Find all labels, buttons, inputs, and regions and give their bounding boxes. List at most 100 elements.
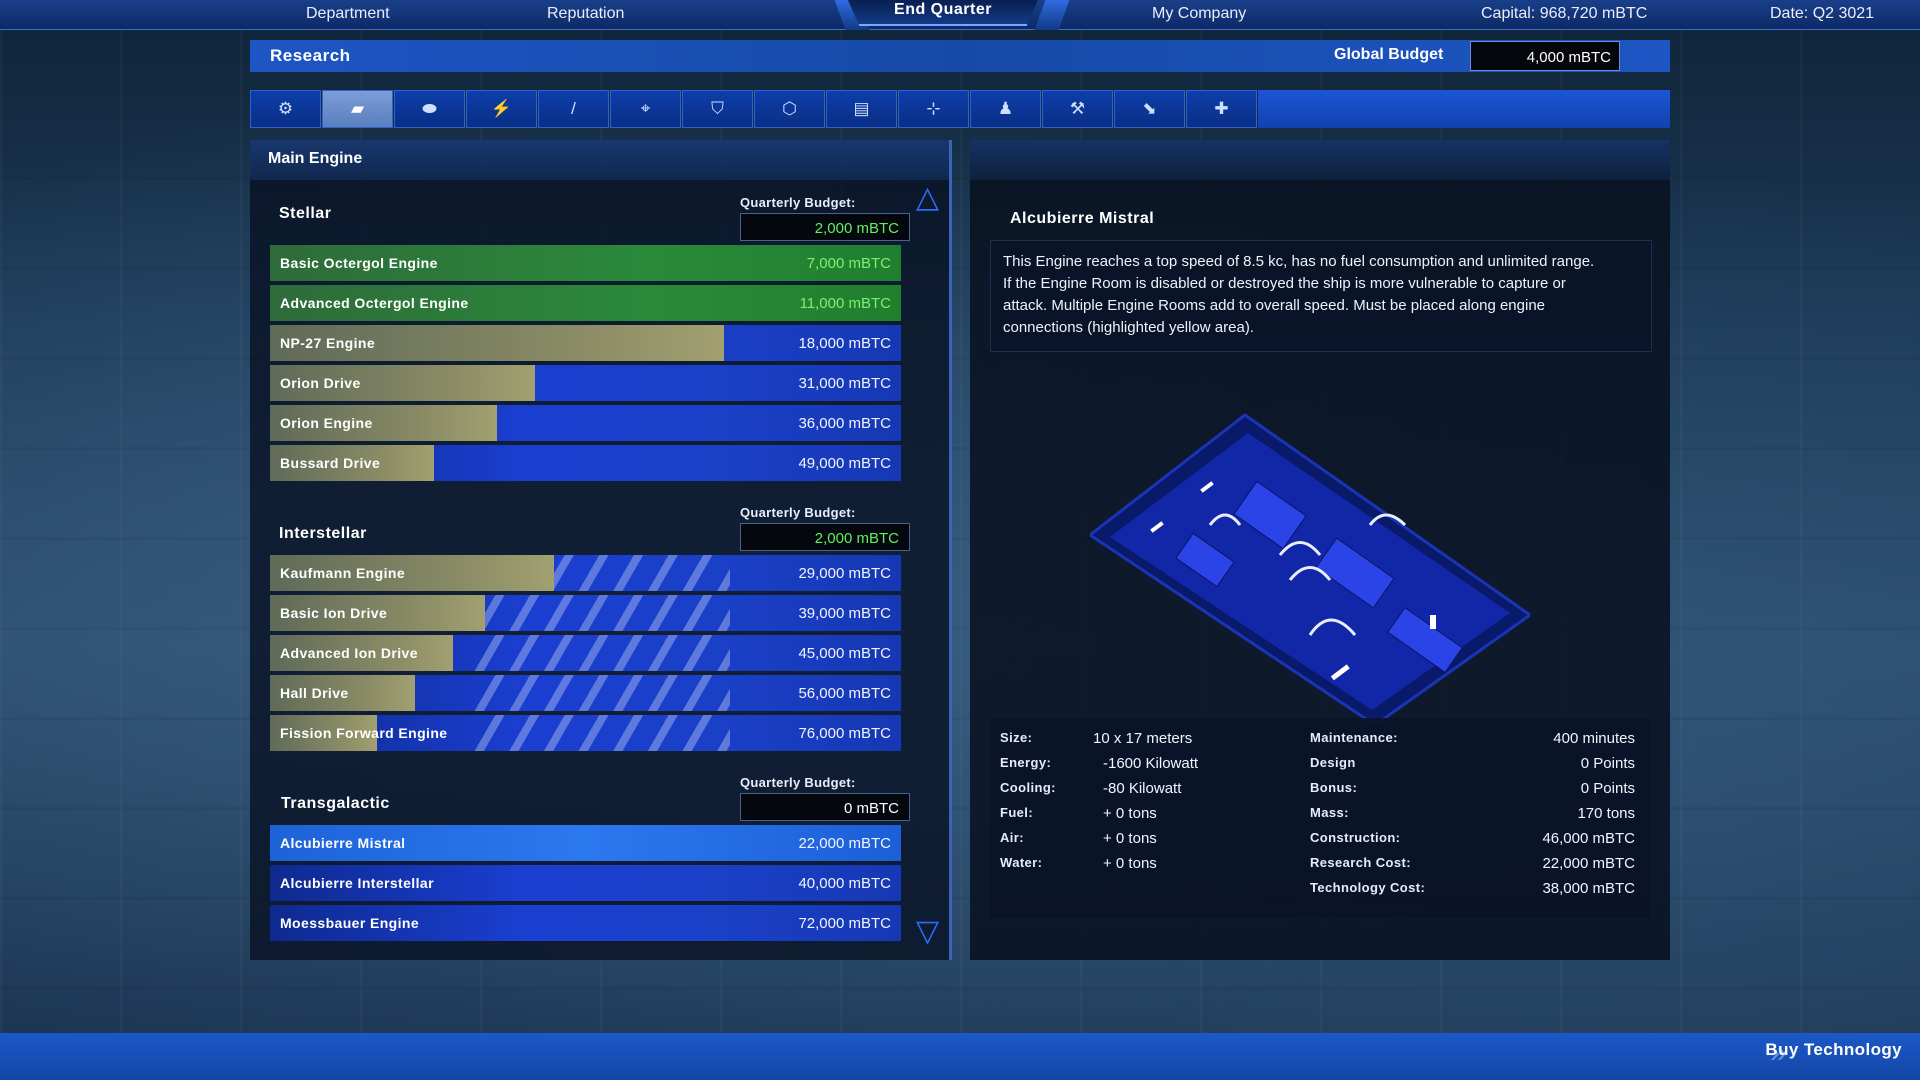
tech-item-cost: 49,000 mBTC (798, 455, 891, 472)
tab-cube[interactable]: ⬡ (754, 90, 825, 128)
stat-label: Maintenance: (1310, 730, 1398, 745)
tech-item-name: NP-27 Engine (280, 335, 376, 351)
stat-label: Bonus: (1310, 780, 1358, 795)
tech-item[interactable]: Moessbauer Engine 72,000 mBTC (270, 905, 901, 941)
tech-item-name: Fission Forward Engine (280, 725, 448, 741)
tech-item[interactable]: Orion Drive 31,000 mBTC (270, 365, 901, 401)
tech-item[interactable]: NP-27 Engine 18,000 mBTC (270, 325, 901, 361)
panel-title-bar: Main Engine (250, 140, 951, 180)
tab-tools[interactable]: ⚒ (1042, 90, 1113, 128)
stat-label: Design (1310, 755, 1356, 770)
stat-value: 10 x 17 meters (1093, 730, 1193, 747)
tech-item[interactable]: Basic Octergol Engine 7,000 mBTC (270, 245, 901, 281)
tech-item-name: Basic Ion Drive (280, 605, 388, 621)
group-title: Stellar (279, 205, 332, 222)
tech-item[interactable]: Advanced Ion Drive 45,000 mBTC (270, 635, 901, 671)
quarterly-budget-label: Quarterly Budget: (740, 505, 856, 520)
tab-thruster[interactable]: ⬬ (394, 90, 465, 128)
tech-item[interactable]: Orion Engine 36,000 mBTC (270, 405, 901, 441)
tech-item[interactable]: Hall Drive 56,000 mBTC (270, 675, 901, 711)
tab-shield[interactable]: ⛉ (682, 90, 753, 128)
cube-icon: ⬡ (782, 99, 797, 118)
crosshair-icon: ⌖ (640, 99, 651, 118)
quarterly-budget-input[interactable]: 0 mBTC (740, 793, 910, 821)
page-title: Research (270, 46, 351, 65)
tabs-filler (1258, 90, 1670, 128)
wrench-icon: / (571, 99, 576, 118)
tech-item[interactable]: Fission Forward Engine 76,000 mBTC (270, 715, 901, 751)
tab-medical[interactable]: ✚ (1186, 90, 1257, 128)
stat-value: 170 tons (1577, 805, 1635, 822)
stat-label: Energy: (1000, 755, 1052, 770)
stat-value: + 0 tons (1103, 855, 1157, 872)
detail-top-bar (970, 140, 1670, 180)
gear-icon: ⚙ (277, 99, 294, 118)
tab-engine[interactable]: ▰ (322, 90, 393, 128)
medical-icon: ✚ (1214, 99, 1229, 118)
stat-value: 400 minutes (1553, 730, 1635, 747)
group-title: Interstellar (279, 525, 367, 542)
scroll-up-icon[interactable]: △ (916, 183, 939, 213)
global-budget-input[interactable]: 4,000 mBTC (1470, 41, 1620, 71)
tech-item[interactable]: Bussard Drive 49,000 mBTC (270, 445, 901, 481)
stat-label: Construction: (1310, 830, 1401, 845)
quarterly-budget-input[interactable]: 2,000 mBTC (740, 213, 910, 241)
tech-item-cost: 31,000 mBTC (798, 375, 891, 392)
tech-item[interactable]: Alcubierre Interstellar 40,000 mBTC (270, 865, 901, 901)
tab-tag[interactable]: ⬊ (1114, 90, 1185, 128)
tech-item-texture (470, 635, 730, 671)
engine-icon: ▰ (350, 99, 365, 118)
tech-item-name: Bussard Drive (280, 455, 381, 471)
shield-icon: ⛉ (711, 99, 724, 118)
stat-value: 0 Points (1580, 780, 1635, 797)
tag-icon: ⬊ (1142, 99, 1157, 118)
stat-label: Fuel: (1000, 805, 1034, 820)
tech-description: This Engine reaches a top speed of 8.5 k… (1003, 253, 1595, 336)
thruster-icon: ⬬ (422, 99, 437, 118)
tab-network[interactable]: ⊹ (898, 90, 969, 128)
stat-value: 38,000 mBTC (1542, 880, 1635, 897)
tab-lightning[interactable]: ⚡ (466, 90, 537, 128)
tools-icon: ⚒ (1069, 99, 1086, 118)
stat-value: + 0 tons (1103, 805, 1157, 822)
tech-item-cost: 18,000 mBTC (798, 335, 891, 352)
network-icon: ⊹ (926, 99, 941, 118)
buy-technology-button[interactable]: Buy Technology (1765, 1040, 1902, 1060)
stat-value: + 0 tons (1103, 830, 1157, 847)
tech-item[interactable]: Kaufmann Engine 29,000 mBTC (270, 555, 901, 591)
tech-item[interactable]: Advanced Octergol Engine 11,000 mBTC (270, 285, 901, 321)
quarterly-budget-label: Quarterly Budget: (740, 195, 856, 210)
tech-item[interactable]: Alcubierre Mistral 22,000 mBTC (270, 825, 901, 861)
stat-label: Air: (1000, 830, 1024, 845)
tech-item-name: Moessbauer Engine (280, 915, 420, 931)
lightning-icon: ⚡ (490, 99, 513, 118)
tech-item[interactable]: Basic Ion Drive 39,000 mBTC (270, 595, 901, 631)
stat-value: -1600 Kilowatt (1103, 755, 1199, 772)
date-display: Date: Q2 3021 (1770, 5, 1875, 22)
stat-value: 0 Points (1580, 755, 1635, 772)
tech-item-cost: 36,000 mBTC (798, 415, 891, 432)
stat-value: -80 Kilowatt (1103, 780, 1182, 797)
tech-item-cost: 11,000 mBTC (799, 295, 891, 312)
end-quarter-label[interactable]: End Quarter (848, 1, 1038, 19)
tech-item-name: Basic Octergol Engine (280, 255, 438, 271)
department-button[interactable]: Department (306, 5, 390, 23)
tab-server[interactable]: ▤ (826, 90, 897, 128)
stat-label: Mass: (1310, 805, 1349, 820)
tab-wrench[interactable]: / (538, 90, 609, 128)
quarterly-budget-input[interactable]: 2,000 mBTC (740, 523, 910, 551)
stat-label: Cooling: (1000, 780, 1056, 795)
tech-item-texture (470, 595, 730, 631)
tech-item-cost: 29,000 mBTC (798, 565, 891, 582)
scroll-down-icon[interactable]: ▽ (916, 917, 939, 947)
my-company-button[interactable]: My Company (1152, 5, 1246, 23)
scrollbar-track[interactable] (949, 140, 952, 960)
tab-gear[interactable]: ⚙ (250, 90, 321, 128)
reputation-button[interactable]: Reputation (547, 5, 624, 23)
tech-item-name: Advanced Octergol Engine (280, 295, 469, 311)
tech-item-cost: 45,000 mBTC (798, 645, 891, 662)
tab-crew[interactable]: ♟ (970, 90, 1041, 128)
tech-item-cost: 39,000 mBTC (798, 605, 891, 622)
tab-crosshair[interactable]: ⌖ (610, 90, 681, 128)
server-icon: ▤ (853, 99, 870, 118)
